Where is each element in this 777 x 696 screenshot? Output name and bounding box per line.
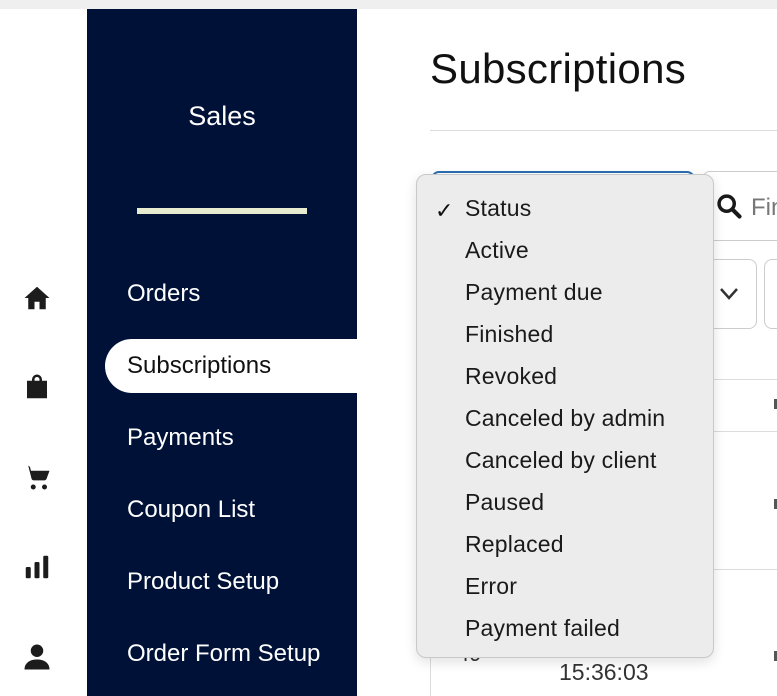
filter-select-secondary[interactable] <box>764 259 777 329</box>
status-option-payment-failed[interactable]: Payment failed <box>465 607 620 649</box>
page-title: Subscriptions <box>430 45 687 92</box>
home-icon[interactable] <box>20 281 54 315</box>
status-option-payment-due[interactable]: Payment due <box>465 271 603 313</box>
user-icon[interactable] <box>20 640 54 674</box>
icon-rail <box>0 9 87 696</box>
status-option-canceled-by-admin[interactable]: Canceled by admin <box>465 397 665 439</box>
status-option-canceled-by-client[interactable]: Canceled by client <box>465 439 657 481</box>
sidebar-divider <box>137 208 307 214</box>
status-option-error[interactable]: Error <box>465 565 517 607</box>
status-option-replaced[interactable]: Replaced <box>465 523 564 565</box>
title-divider <box>430 130 777 131</box>
sidebar-item-product-setup[interactable]: Product Setup <box>105 555 365 609</box>
store-icon[interactable] <box>20 370 54 404</box>
top-bar <box>0 0 777 9</box>
sidebar-item-coupon-list[interactable]: Coupon List <box>105 483 365 537</box>
sidebar-title: Sales <box>188 101 256 131</box>
sidebar-item-payments[interactable]: Payments <box>105 411 365 465</box>
search-icon <box>717 194 742 219</box>
status-option-status[interactable]: Status <box>465 187 531 229</box>
chevron-down-icon <box>720 288 738 300</box>
status-option-active[interactable]: Active <box>465 229 529 271</box>
subscription-time-cell: 15:36:03 <box>559 659 649 685</box>
checkmark-icon: ✓ <box>435 198 454 223</box>
sales-sidebar: Sales Orders Subscriptions Payments Coup… <box>87 9 357 696</box>
bar-chart-icon[interactable] <box>20 550 54 584</box>
status-option-revoked[interactable]: Revoked <box>465 355 557 397</box>
search-placeholder: Fin <box>751 194 777 221</box>
sidebar-item-subscriptions[interactable]: Subscriptions <box>105 339 357 393</box>
status-option-paused[interactable]: Paused <box>465 481 544 523</box>
status-dropdown-menu: ✓ Status Active Payment due Finished Rev… <box>416 174 714 658</box>
sidebar-item-orders[interactable]: Orders <box>105 267 365 321</box>
status-option-finished[interactable]: Finished <box>465 313 554 355</box>
sidebar-item-order-form-setup[interactable]: Order Form Setup <box>105 627 365 681</box>
cart-icon[interactable] <box>20 460 54 494</box>
